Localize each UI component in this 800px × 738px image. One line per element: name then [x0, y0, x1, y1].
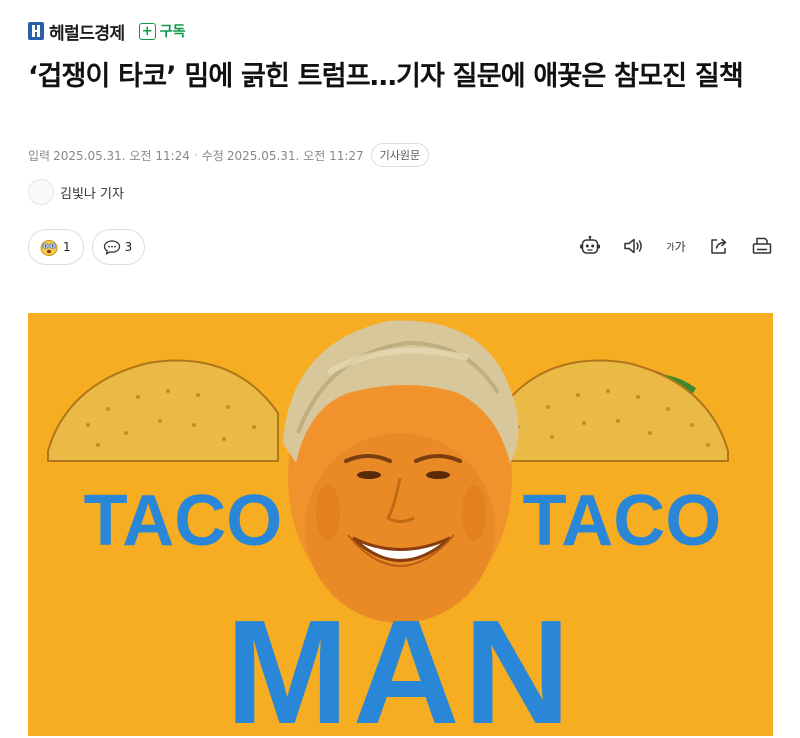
publisher-name[interactable]: 헤럴드경제 — [49, 19, 125, 44]
surprised-face-icon — [39, 238, 59, 256]
font-size-icon[interactable]: 가 가 — [664, 234, 688, 258]
share-icon[interactable] — [707, 234, 731, 258]
print-icon[interactable] — [750, 234, 774, 258]
article-dates: 입력 2025.05.31. 오전 11:24 · 수정 2025.05.31.… — [28, 143, 430, 167]
publisher-header: 헤럴드경제 + 구독 — [28, 19, 186, 44]
summary-bot-icon[interactable] — [578, 234, 602, 258]
audio-speaker-icon[interactable] — [621, 234, 645, 258]
plus-icon: + — [138, 22, 156, 40]
article-hero-image: TACO TACO MAN — [28, 313, 773, 736]
article-title: ‘겁쟁이 타코’ 밈에 긁힌 트럼프…기자 질문에 애꿎은 참모진 질책 — [28, 61, 744, 92]
article-toolbar: 가 가 — [559, 234, 774, 258]
published-label: 입력 — [28, 148, 51, 163]
reporter-avatar — [28, 179, 54, 205]
font-size-small-label: 가 — [666, 242, 675, 253]
reaction-bar: 1 3 — [28, 229, 153, 265]
reporter-name: 김빛나 기자 — [60, 186, 124, 202]
emotion-count: 1 — [63, 240, 71, 254]
hero-text-taco-left: TACO — [84, 481, 283, 561]
hero-text-man: MAN — [225, 590, 574, 736]
separator-dot: · — [193, 148, 198, 162]
comment-bubble-icon — [103, 239, 121, 255]
subscribe-button[interactable]: + 구독 — [138, 21, 186, 41]
comment-count: 3 — [124, 240, 133, 254]
hero-text-taco-right: TACO — [523, 481, 722, 561]
font-size-large-label: 가 — [674, 239, 686, 254]
modified-label: 수정 — [201, 148, 224, 163]
reporter-byline[interactable]: 김빛나 기자 — [28, 179, 124, 205]
subscribe-label: 구독 — [159, 24, 186, 40]
publisher-logo-icon[interactable] — [28, 22, 44, 40]
emotion-reaction-button[interactable]: 1 — [28, 229, 84, 265]
modified-date: 2025.05.31. 오전 11:27 — [226, 148, 364, 163]
comment-button[interactable]: 3 — [91, 229, 146, 265]
original-article-button[interactable]: 기사원문 — [370, 143, 430, 167]
published-date: 2025.05.31. 오전 11:24 — [53, 148, 190, 163]
